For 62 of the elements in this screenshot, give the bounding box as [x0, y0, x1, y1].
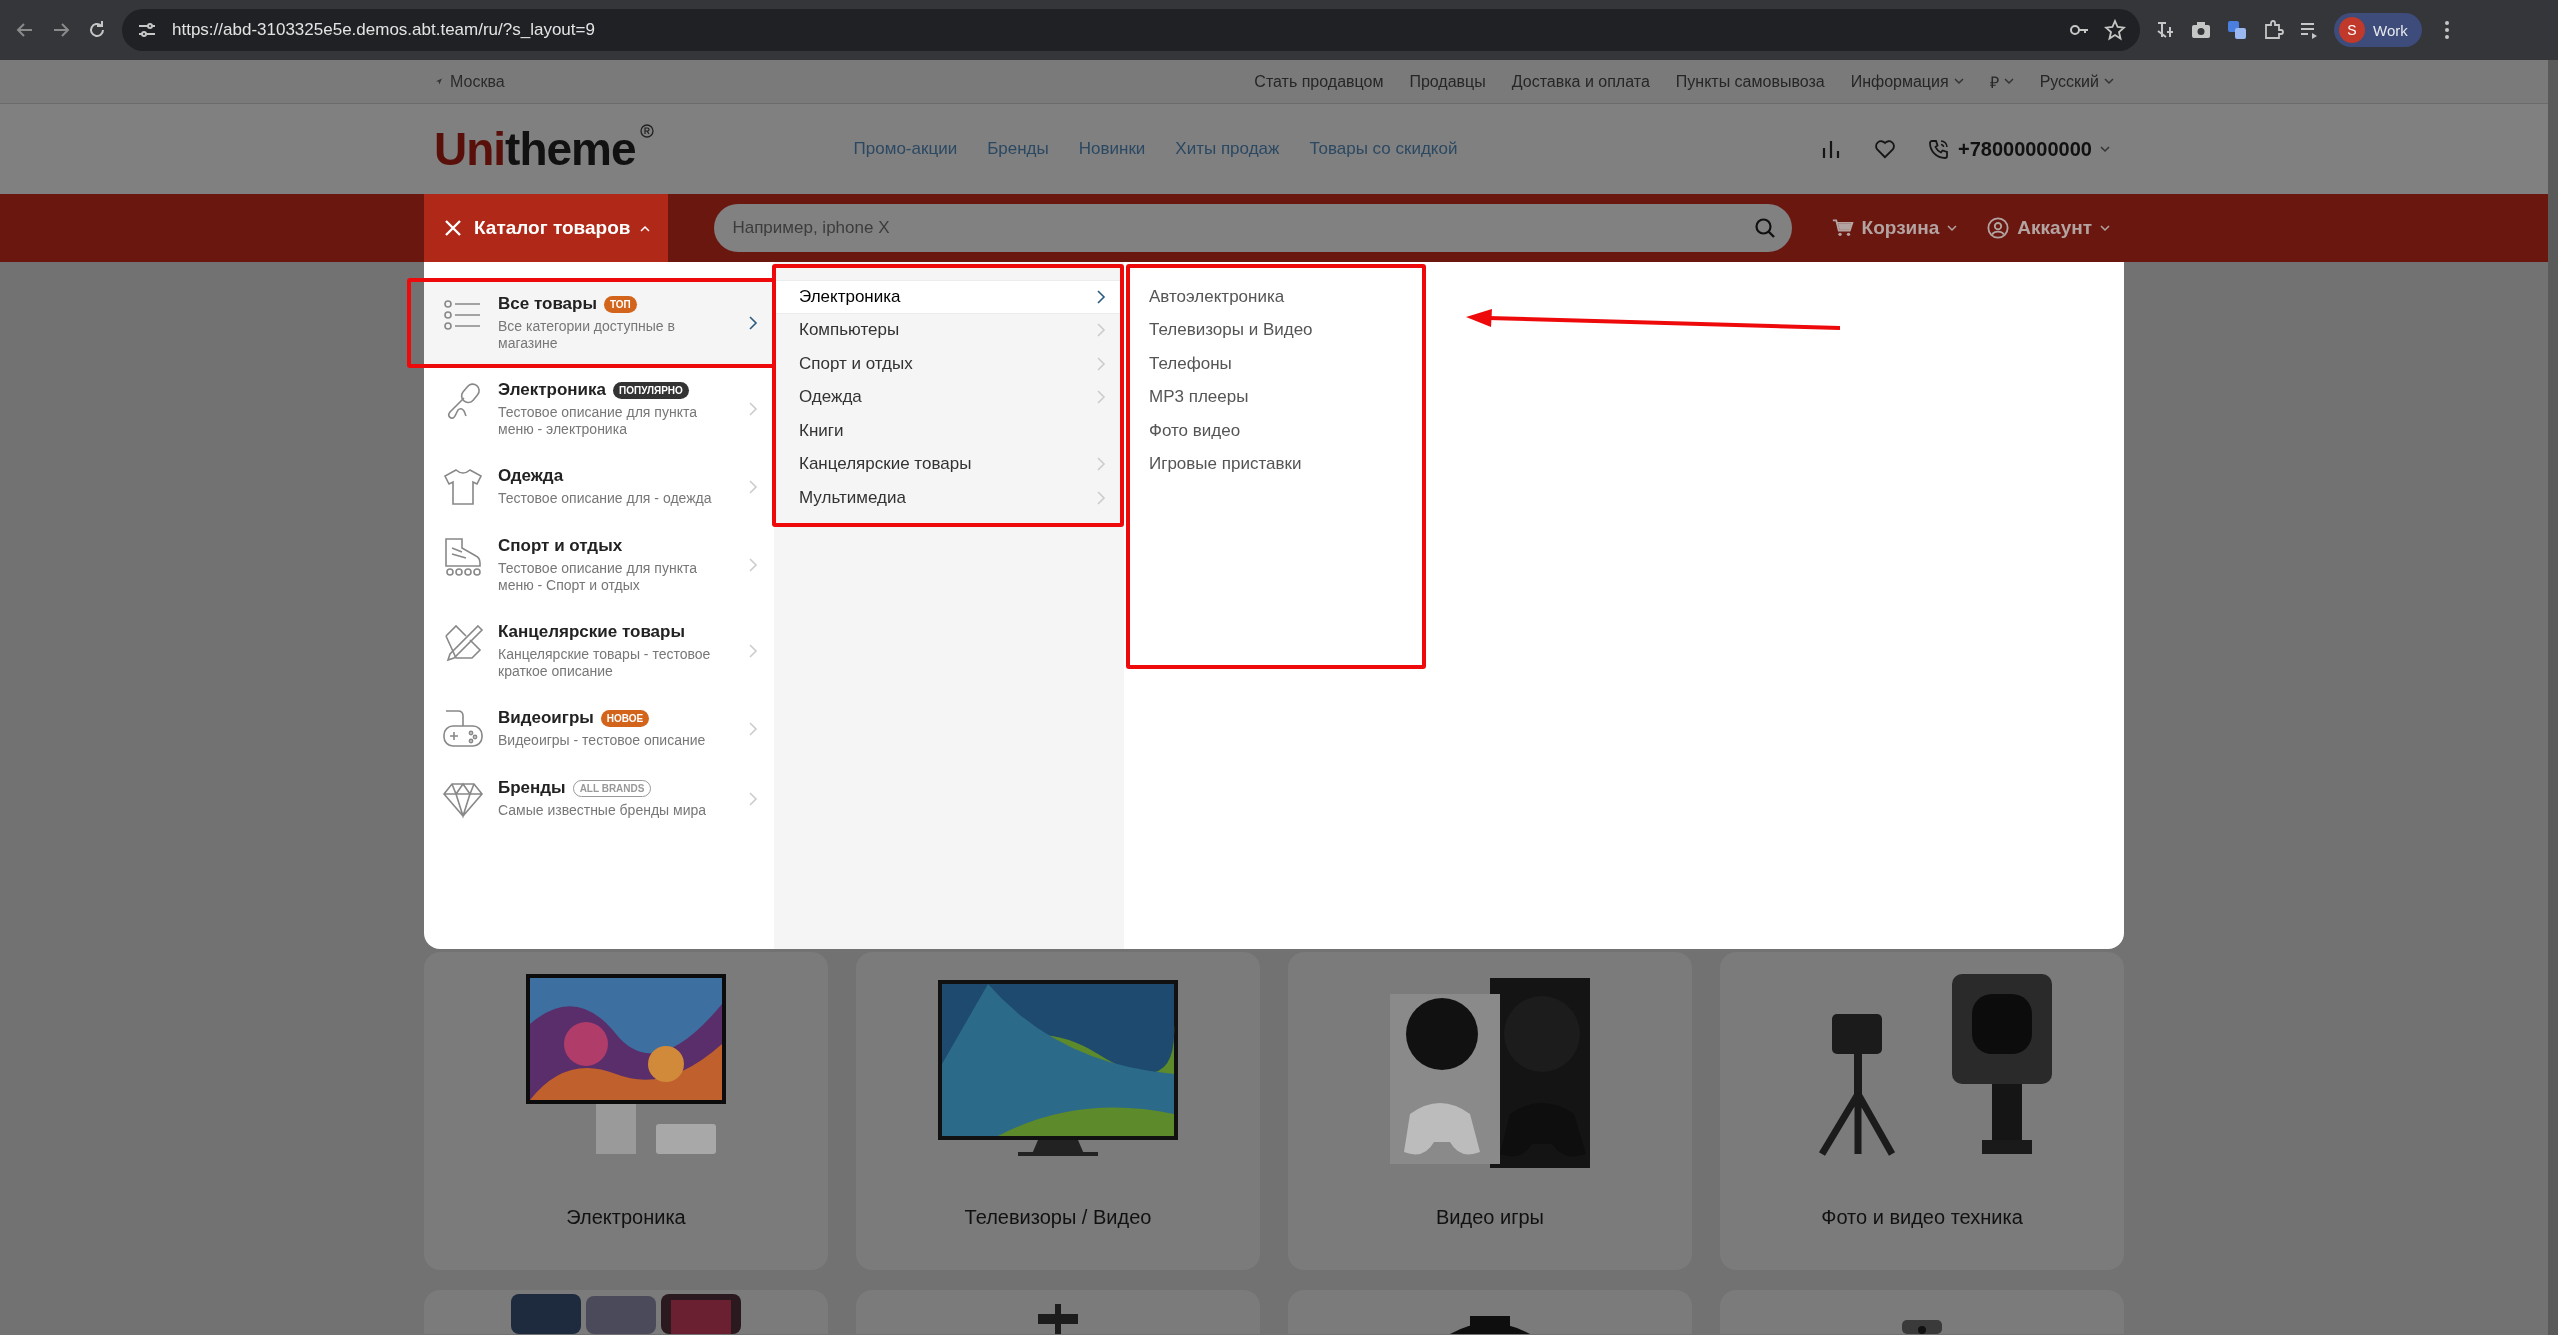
card-title: Видео игры [1436, 1206, 1544, 1229]
category-description: Канцелярские товары - тестовое краткое описание [498, 646, 712, 680]
subcategory-item[interactable]: Канцелярские товары [774, 447, 1124, 481]
category-title: Спорт и отдых [498, 536, 623, 556]
category-item[interactable]: Все товары ТОП Все категории доступные в магазине [424, 280, 774, 366]
category-card[interactable]: Фото и видео техника [1720, 952, 2124, 1270]
category-description: Самые известные бренды мира [498, 802, 708, 819]
category-description: Тестовое описание для - одежда [498, 490, 713, 507]
subcategory-link[interactable]: Телевизоры и Видео [1149, 313, 1424, 347]
profile-button[interactable]: S Work [2334, 13, 2422, 47]
category-item[interactable]: Электроника ПОПУЛЯРНО Тестовое описание для пункта меню - электроника [424, 366, 774, 452]
subcategory-item[interactable]: Одежда [774, 380, 1124, 414]
subcategory-link[interactable]: Фото видео [1149, 414, 1424, 448]
category-badge: НОВОЕ [600, 709, 650, 727]
category-description: Видеоигры - тестовое описание [498, 732, 707, 749]
category-card[interactable]: Видео игры [1288, 952, 1692, 1270]
category-item[interactable]: Спорт и отдых Тестовое описание для пункта меню - Спорт и отдых [424, 522, 774, 608]
profile-name: Work [2373, 21, 2408, 39]
category-title: Канцелярские товары [498, 622, 685, 642]
category-item[interactable]: Канцелярские товары Канцелярские товары - тестовое краткое описание [424, 608, 774, 694]
address-bar[interactable]: https://abd-3103325e5e.demos.abt.team/ru/?s_layout=9 [122, 9, 2140, 51]
category-badge: ТОП [604, 295, 637, 313]
phone-link[interactable]: +78000000000 [1927, 137, 2110, 161]
top-link[interactable]: Стать продавцом [1254, 70, 1384, 93]
category-card[interactable]: Телевизоры / Видео [856, 952, 1260, 1270]
account-button[interactable]: Аккаунт [1987, 217, 2110, 239]
category-description: Тестовое описание для пункта меню - электроника [498, 404, 698, 438]
category-title: Бренды [498, 778, 566, 798]
category-title: Одежда [498, 466, 564, 486]
category-item[interactable]: Одежда Тестовое описание для - одежда [424, 452, 774, 522]
subcategory-link[interactable]: Игровые приставки [1149, 447, 1424, 481]
subcategory-item[interactable]: Компьютеры [774, 313, 1124, 347]
cart-button[interactable]: Корзина [1831, 217, 1958, 239]
top-link[interactable]: Информация [1850, 70, 1964, 93]
catalog-button[interactable]: Каталог товаров [424, 194, 669, 262]
subcategory-link[interactable]: Телефоны [1149, 347, 1424, 381]
category-description: Все категории доступные в магазине [498, 318, 676, 352]
url-text: https://abd-3103325e5e.demos.abt.team/ru/?s_layout=9 [172, 20, 596, 40]
subcategory-link[interactable]: MP3 плееры [1149, 380, 1424, 414]
card-title: Электроника [566, 1206, 686, 1229]
card-title: Телевизоры / Видео [964, 1206, 1152, 1229]
subcategory-item[interactable]: Спорт и отдых [774, 347, 1124, 381]
subcategory-link[interactable]: Автоэлектроника [1149, 280, 1424, 314]
category-description: Тестовое описание для пункта меню - Спорт и отдых [498, 560, 698, 594]
subcategory-item[interactable]: Мультимедиа [774, 481, 1124, 515]
category-title: Электроника [498, 380, 606, 400]
search-field[interactable]: Например, iphone X [714, 204, 1793, 252]
category-badge: ПОПУЛЯРНО [613, 381, 689, 399]
category-item[interactable]: Видеоигры НОВОЕ Видеоигры - тестовое описание [424, 694, 774, 764]
top-link[interactable]: Русский [2039, 70, 2114, 93]
logo[interactable]: Unitheme [424, 122, 654, 176]
category-card[interactable]: Электроника [424, 952, 828, 1270]
top-link[interactable]: Пункты самовывоза [1675, 70, 1825, 93]
card-title: Фото и видео техника [1821, 1206, 2023, 1229]
category-title: Все товары [498, 294, 597, 314]
top-link[interactable]: Доставка и оплата [1511, 70, 1650, 93]
top-link[interactable]: ₽ [1989, 70, 2014, 93]
category-item[interactable]: Бренды ALL BRANDS Самые известные бренды мира [424, 764, 774, 834]
subcategory-item[interactable]: Книги [774, 414, 1124, 448]
profile-avatar: S [2339, 17, 2365, 43]
top-link[interactable]: Продавцы [1409, 70, 1486, 93]
category-title: Видеоигры [498, 708, 594, 728]
